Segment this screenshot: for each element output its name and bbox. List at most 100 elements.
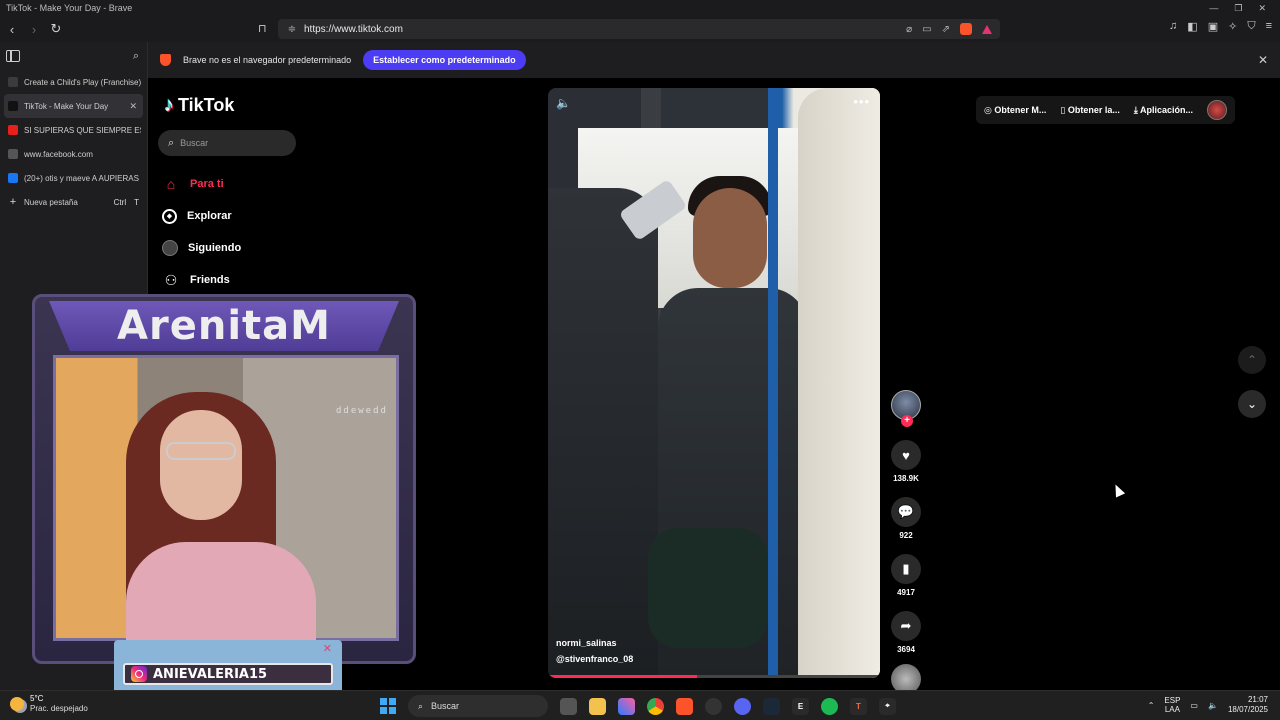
- nav-label: Para ti: [190, 178, 224, 190]
- brave-logo-icon: [160, 54, 171, 66]
- forward-button[interactable]: ›: [24, 19, 44, 39]
- nav-item-following[interactable]: Siguiendo: [162, 232, 241, 264]
- more-options-icon[interactable]: •••: [853, 94, 870, 109]
- steam-icon[interactable]: [763, 697, 780, 715]
- github-desktop-icon[interactable]: [705, 697, 722, 715]
- taskbar-search-label: Buscar: [431, 701, 460, 711]
- lang-top: ESP: [1164, 696, 1181, 705]
- copilot-icon[interactable]: [618, 697, 635, 715]
- maps-icon[interactable]: ⌖: [879, 697, 896, 715]
- bookmark-fill-icon: ▮: [902, 561, 910, 576]
- get-coins-button[interactable]: ◎ Obtener M...: [984, 105, 1046, 116]
- chevron-down-icon: ⌄: [1246, 397, 1258, 411]
- site-settings-icon[interactable]: ≑: [282, 24, 302, 35]
- previous-video-button[interactable]: ⌃: [1238, 346, 1266, 374]
- set-default-button[interactable]: Establecer como predeterminado: [363, 50, 526, 70]
- cast-off-icon[interactable]: ⌀: [906, 24, 912, 35]
- brave-rewards-icon[interactable]: [982, 24, 992, 34]
- tray-chevron-up-icon[interactable]: ⌃: [1148, 701, 1155, 710]
- bookmark-icon[interactable]: ⊓: [258, 22, 267, 35]
- profile-avatar[interactable]: [1207, 100, 1228, 120]
- minimize-icon[interactable]: —: [1209, 3, 1218, 14]
- tiktok-search[interactable]: ⌕: [158, 130, 296, 156]
- next-video-button[interactable]: ⌄: [1238, 390, 1266, 418]
- desktop-app-label: Aplicación...: [1140, 104, 1194, 115]
- tiktok-note-icon: ♪: [164, 94, 174, 116]
- video-mention[interactable]: @stivenfranco_08: [556, 654, 633, 664]
- clock[interactable]: 21:07 18/07/2025: [1228, 695, 1268, 715]
- picture-in-picture-icon[interactable]: ▭: [922, 24, 931, 35]
- weather-widget[interactable]: 5°C Prac. despejado: [10, 694, 88, 714]
- vpn-icon[interactable]: ⛉: [1247, 20, 1255, 33]
- new-tab-button[interactable]: + Nueva pestaña Ctrl T: [0, 190, 147, 214]
- video-player[interactable]: 🔈 ••• normi_salinas @stivenfranco_08: [548, 88, 880, 678]
- tab-search-icon[interactable]: ⌕: [133, 50, 139, 63]
- browser-toolbar: ‹ › ↻ ⊓ ≑ https://www.tiktok.com ⌀ ▭ ⇗ ♫…: [0, 16, 1280, 42]
- sidebar-toggle-icon[interactable]: [6, 50, 20, 62]
- restore-icon[interactable]: ❐: [1234, 3, 1242, 14]
- like-button[interactable]: ♥: [891, 440, 921, 470]
- nav-item-for-you[interactable]: ⌂ Para ti: [162, 168, 241, 200]
- windows-start-icon[interactable]: [380, 698, 396, 714]
- comment-button[interactable]: 💬: [891, 497, 921, 527]
- file-explorer-icon[interactable]: [589, 697, 606, 715]
- url-text[interactable]: https://www.tiktok.com: [304, 24, 403, 35]
- menu-icon[interactable]: ≡: [1266, 20, 1272, 33]
- leo-ai-icon[interactable]: ✧: [1228, 20, 1237, 33]
- tab-close-icon[interactable]: ✕: [129, 101, 137, 112]
- get-coins-label: Obtener M...: [994, 104, 1047, 115]
- tab-label: (20+) otis y maeve A AUPIERAS: [24, 173, 139, 183]
- vertical-tab[interactable]: Create a Child's Play (Franchise): [0, 70, 147, 94]
- vertical-tab[interactable]: (20+) otis y maeve A AUPIERAS: [0, 166, 147, 190]
- brave-icon[interactable]: [676, 697, 693, 715]
- taskbar-search[interactable]: ⌕ Buscar: [408, 695, 548, 717]
- volume-tray-icon[interactable]: 🔈: [1208, 701, 1218, 710]
- video-username[interactable]: normi_salinas: [556, 638, 617, 648]
- tiktok-logo[interactable]: ♪ TikTok: [164, 94, 234, 117]
- shortcut-mod: Ctrl: [113, 197, 127, 207]
- back-button[interactable]: ‹: [2, 19, 22, 39]
- sidebar-icon[interactable]: ◧: [1187, 20, 1197, 33]
- close-window-icon[interactable]: ✕: [1258, 3, 1266, 14]
- tab-label: www.facebook.com: [24, 149, 93, 159]
- language-indicator[interactable]: ESP LAA: [1164, 696, 1180, 714]
- epic-games-icon[interactable]: E: [792, 697, 809, 715]
- vertical-tab[interactable]: TikTok - Make Your Day ✕: [4, 94, 143, 118]
- search-icon: ⌕: [168, 136, 175, 149]
- creator-avatar[interactable]: +: [891, 390, 921, 427]
- spotify-icon[interactable]: [821, 697, 838, 715]
- discord-icon[interactable]: [734, 697, 751, 715]
- webcam-scene: [160, 410, 242, 520]
- infobar-close-icon[interactable]: ✕: [1258, 53, 1268, 67]
- network-icon[interactable]: ▭: [1190, 701, 1198, 710]
- weather-icon: [10, 697, 24, 711]
- chrome-icon[interactable]: [647, 697, 664, 715]
- clock-date: 18/07/2025: [1227, 705, 1268, 714]
- share-button[interactable]: ➦: [891, 611, 921, 641]
- reload-button[interactable]: ↻: [46, 19, 66, 39]
- address-bar[interactable]: ≑ https://www.tiktok.com ⌀ ▭ ⇗: [278, 19, 1000, 39]
- video-scene: [693, 188, 767, 288]
- task-view-icon[interactable]: [560, 697, 577, 715]
- vertical-tab[interactable]: SI SUPIERAS QUE SIEMPRE ESTUVE: [0, 118, 147, 142]
- text-app-icon[interactable]: T: [850, 697, 867, 715]
- tiktok-nav: ⌂ Para ti ◆ Explorar Siguiendo ⚇ Friends: [162, 168, 241, 296]
- media-icon[interactable]: ♫: [1169, 20, 1177, 33]
- video-progress-bar[interactable]: [548, 675, 880, 678]
- wallet-icon[interactable]: ▣: [1208, 20, 1218, 33]
- desktop-app-button[interactable]: ⤓ Aplicación...: [1134, 105, 1193, 116]
- webcam-watermark: ddewedd: [336, 406, 388, 416]
- save-button[interactable]: ▮: [891, 554, 921, 584]
- share-icon[interactable]: ⇗: [942, 24, 950, 35]
- vertical-tab[interactable]: www.facebook.com: [0, 142, 147, 166]
- volume-icon[interactable]: 🔈: [556, 96, 571, 110]
- nav-item-explore[interactable]: ◆ Explorar: [162, 200, 241, 232]
- search-input[interactable]: [180, 138, 281, 148]
- nav-item-friends[interactable]: ⚇ Friends: [162, 264, 241, 296]
- home-icon: ⌂: [166, 176, 176, 192]
- streamer-name: ArenitaM: [117, 303, 331, 349]
- get-app-button[interactable]: ▯ Obtener la...: [1060, 105, 1119, 116]
- brave-shields-icon[interactable]: [960, 23, 972, 35]
- video-progress-fill: [548, 675, 698, 678]
- follow-plus-icon[interactable]: +: [901, 415, 913, 427]
